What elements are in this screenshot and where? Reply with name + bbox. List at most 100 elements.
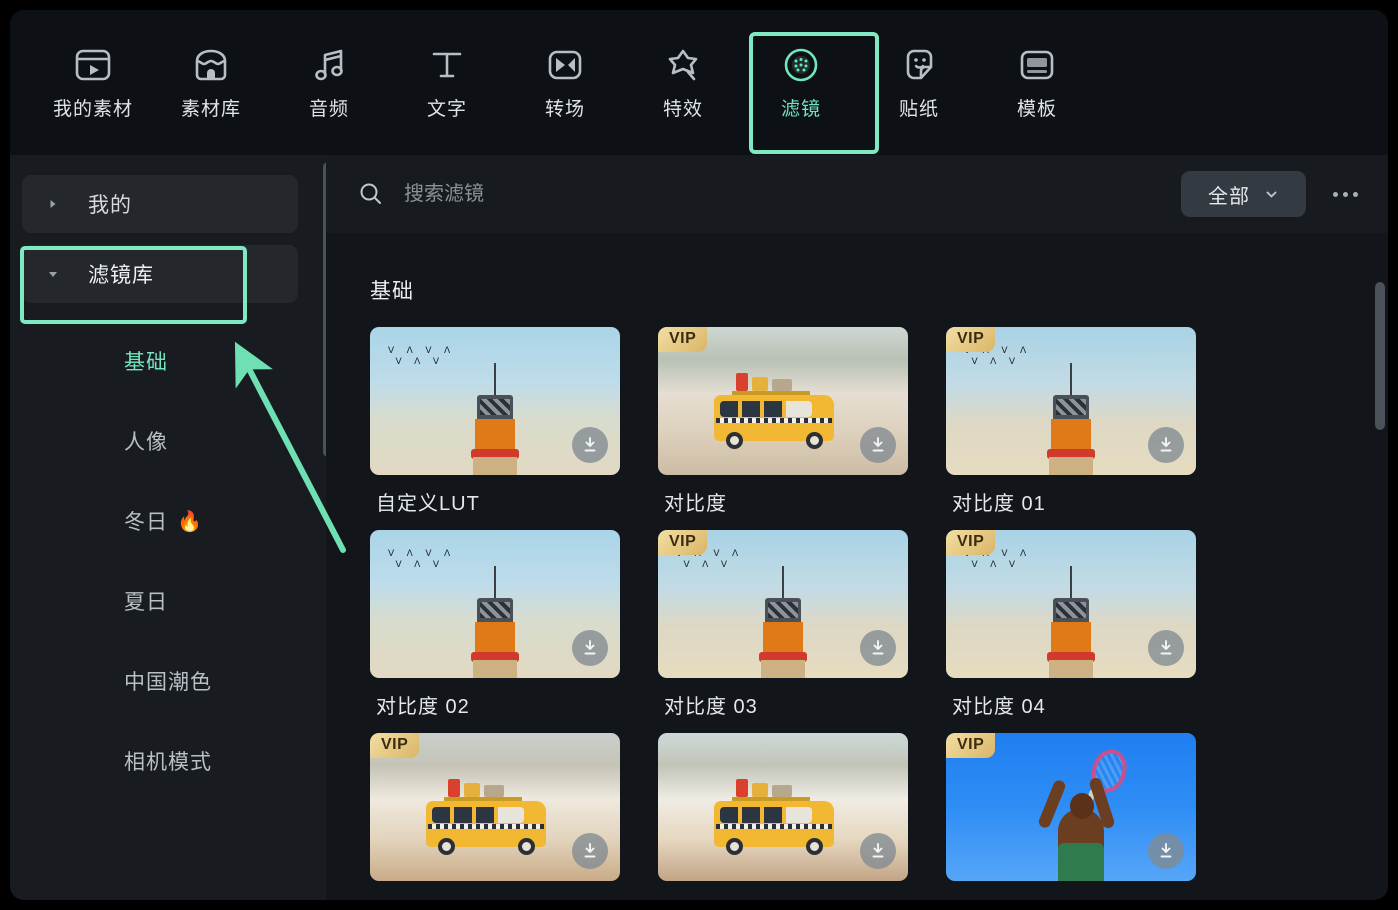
nav-item-media-store[interactable]: 素材库 — [152, 20, 270, 145]
vip-badge: VIP — [658, 327, 707, 352]
vip-badge: VIP — [946, 733, 995, 758]
download-button[interactable] — [1148, 630, 1184, 666]
nav-item-audio[interactable]: 音频 — [270, 20, 388, 145]
more-options-icon — [1353, 192, 1358, 197]
download-icon — [868, 638, 888, 658]
download-icon — [1156, 638, 1176, 658]
birds-decoration: ᐯ ᐱ ᐯ ᐱ ᐯ ᐱ ᐯ — [388, 548, 508, 588]
nav-item-template[interactable]: 模板 — [978, 20, 1096, 145]
nav-item-effects[interactable]: 特效 — [624, 20, 742, 145]
nav-label: 贴纸 — [899, 94, 939, 121]
filter-card[interactable]: ᐯ ᐱ ᐯ ᐱ ᐯ ᐱ ᐯ 自定义LUT — [370, 327, 620, 516]
vip-badge: VIP — [946, 530, 995, 555]
sidebar-group-label: 我的 — [88, 189, 132, 219]
filter-grid-scroll-area: 基础 ᐯ ᐱ ᐯ ᐱ ᐯ ᐱ ᐯ — [326, 233, 1388, 900]
nav-item-transition[interactable]: 转场 — [506, 20, 624, 145]
filter-type-dropdown[interactable]: 全部 — [1181, 171, 1306, 217]
nav-label: 文字 — [427, 94, 467, 121]
filter-name: 对比度 04 — [952, 690, 1196, 719]
nav-label: 素材库 — [181, 94, 241, 121]
download-icon — [580, 638, 600, 658]
download-button[interactable] — [1148, 427, 1184, 463]
filter-type-value: 全部 — [1208, 180, 1250, 209]
more-options-icon — [1343, 192, 1348, 197]
vip-badge: VIP — [370, 733, 419, 758]
nav-label: 我的素材 — [53, 94, 133, 121]
filter-name: 对比度 01 — [952, 487, 1196, 516]
download-icon — [868, 435, 888, 455]
download-button[interactable] — [572, 427, 608, 463]
more-options-button[interactable] — [1320, 171, 1370, 217]
filter-browser-panel: 全部 基础 ᐯ ᐱ ᐯ ᐱ ᐯ ᐱ ᐯ — [326, 155, 1388, 900]
sidebar-item-label: 相机模式 — [124, 746, 212, 776]
download-button[interactable] — [860, 833, 896, 869]
audio-note-icon — [308, 44, 350, 86]
download-button[interactable] — [860, 630, 896, 666]
chevron-right-icon — [36, 198, 70, 210]
sidebar-group-filter-library[interactable]: 滤镜库 — [22, 245, 298, 303]
sidebar-group-mine[interactable]: 我的 — [22, 175, 298, 233]
more-options-icon — [1333, 192, 1338, 197]
sidebar-item-camera-mode[interactable]: 相机模式 — [10, 741, 300, 781]
sidebar-item-china-trend[interactable]: 中国潮色 — [10, 661, 300, 701]
download-icon — [580, 841, 600, 861]
nav-label: 滤镜 — [781, 94, 821, 121]
filter-card[interactable]: ᐯ ᐱ ᐯ ᐱ ᐯ ᐱ ᐯ VIP 对比度 01 — [946, 327, 1196, 516]
search-icon[interactable] — [358, 181, 384, 207]
media-store-icon — [190, 44, 232, 86]
filter-thumbnail[interactable] — [658, 733, 908, 881]
nav-item-filter[interactable]: 滤镜 — [742, 20, 860, 145]
filter-grid-scrollbar[interactable] — [1375, 282, 1385, 430]
nav-item-sticker[interactable]: 贴纸 — [860, 20, 978, 145]
sidebar-item-summer[interactable]: 夏日 — [10, 581, 300, 621]
sidebar-item-portrait[interactable]: 人像 — [10, 421, 300, 461]
filter-card[interactable]: VIP — [946, 733, 1196, 893]
sidebar-item-label: 中国潮色 — [124, 666, 212, 696]
text-t-icon — [426, 44, 468, 86]
nav-label: 模板 — [1017, 94, 1057, 121]
filter-card[interactable]: ᐯ ᐱ ᐯ ᐱ ᐯ ᐱ ᐯ VIP 对比度 04 — [946, 530, 1196, 719]
download-button[interactable] — [860, 427, 896, 463]
birds-decoration: ᐯ ᐱ ᐯ ᐱ ᐯ ᐱ ᐯ — [388, 345, 508, 385]
download-icon — [868, 841, 888, 861]
download-button[interactable] — [572, 833, 608, 869]
effects-star-icon — [662, 44, 704, 86]
filter-card[interactable]: VIP — [370, 733, 620, 893]
filter-thumbnail[interactable]: VIP — [370, 733, 620, 881]
filter-thumbnail[interactable]: ᐯ ᐱ ᐯ ᐱ ᐯ ᐱ ᐯ VIP — [946, 530, 1196, 678]
app-window: 我的素材 素材库 音频 文字 — [10, 10, 1388, 900]
filter-thumbnail[interactable]: ᐯ ᐱ ᐯ ᐱ ᐯ ᐱ ᐯ — [370, 327, 620, 475]
section-title: 基础 — [370, 275, 1388, 305]
filter-circle-icon — [780, 44, 822, 86]
filter-thumbnail[interactable]: ᐯ ᐱ ᐯ ᐱ ᐯ ᐱ ᐯ VIP — [946, 327, 1196, 475]
filter-thumbnail[interactable]: ᐯ ᐱ ᐯ ᐱ ᐯ ᐱ ᐯ — [370, 530, 620, 678]
filter-name: 对比度 02 — [376, 690, 620, 719]
filter-name: 对比度 03 — [664, 690, 908, 719]
sticker-smiley-icon — [898, 44, 940, 86]
nav-label: 转场 — [545, 94, 585, 121]
my-media-icon — [72, 44, 114, 86]
search-toolbar: 全部 — [326, 155, 1388, 233]
filter-card[interactable]: ᐯ ᐱ ᐯ ᐱ ᐯ ᐱ ᐯ 对比度 02 — [370, 530, 620, 719]
filter-thumbnail[interactable]: VIP — [658, 327, 908, 475]
search-input[interactable] — [404, 183, 1181, 206]
sidebar-item-basic[interactable]: 基础 — [10, 341, 300, 381]
filter-thumbnail[interactable]: VIP — [946, 733, 1196, 881]
sidebar-item-label: 基础 — [124, 346, 168, 376]
transition-icon — [544, 44, 586, 86]
sidebar-item-label: 人像 — [124, 426, 168, 456]
filter-thumbnail[interactable]: ᐯ ᐱ ᐯ ᐱ ᐯ ᐱ ᐯ VIP — [658, 530, 908, 678]
download-button[interactable] — [1148, 833, 1184, 869]
filter-card[interactable]: ᐯ ᐱ ᐯ ᐱ ᐯ ᐱ ᐯ VIP 对比度 03 — [658, 530, 908, 719]
download-button[interactable] — [572, 630, 608, 666]
nav-item-my-media[interactable]: 我的素材 — [34, 20, 152, 145]
sidebar-item-winter[interactable]: 冬日 🔥 — [10, 501, 300, 541]
filter-card[interactable]: VIP 对比度 — [658, 327, 908, 516]
sidebar-item-label: 冬日 — [124, 506, 168, 536]
vip-badge: VIP — [658, 530, 707, 555]
filter-card[interactable] — [658, 733, 908, 893]
download-icon — [1156, 435, 1176, 455]
template-icon — [1016, 44, 1058, 86]
nav-item-text[interactable]: 文字 — [388, 20, 506, 145]
nav-label: 特效 — [663, 94, 703, 121]
